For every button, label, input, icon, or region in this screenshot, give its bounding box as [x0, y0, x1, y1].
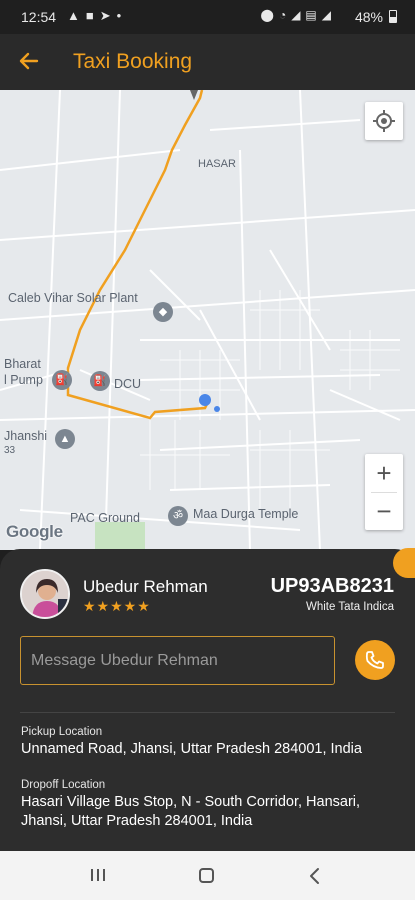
map-label-petrol-pump: l Pump	[4, 373, 43, 387]
page-title: Taxi Booking	[73, 50, 193, 73]
vehicle-model: White Tata Indica	[305, 601, 394, 613]
driver-rating-stars: ★★★★★	[83, 598, 151, 614]
poi-fuel-2-icon: ⛽	[90, 371, 110, 391]
system-nav-bar	[0, 851, 415, 900]
battery-percent: 48%	[354, 9, 383, 25]
map-label-dcu: DCU	[114, 377, 142, 391]
poi-school-icon: ▲	[55, 429, 75, 449]
home-icon[interactable]	[199, 868, 214, 883]
video-call-icon[interactable]	[393, 548, 415, 578]
map-label-caleb: Caleb Vihar Solar Plant	[8, 291, 138, 305]
notification-icons: ▲ ■ ➤ •	[67, 8, 121, 24]
phone-icon	[365, 651, 384, 669]
vehicle-plate: UP93AB8231	[270, 575, 394, 597]
map-label-hasar: HASAR	[198, 158, 236, 170]
warning-icon: ▲	[67, 8, 80, 23]
back-arrow-icon[interactable]	[16, 48, 42, 74]
dot-icon: •	[116, 8, 122, 23]
clock: 12:54	[21, 9, 57, 25]
back-nav-icon[interactable]	[307, 867, 323, 885]
volte-icon: ▤	[305, 8, 317, 22]
message-driver-input[interactable]	[20, 636, 335, 685]
driver-avatar	[20, 569, 70, 619]
dropoff-address: Hasari Village Bus Stop, N - South Corri…	[21, 794, 361, 829]
divider	[20, 712, 395, 713]
google-logo: Google	[6, 522, 63, 541]
signal-icon: ◢	[291, 8, 301, 22]
signal-2-icon: ◢	[321, 8, 331, 22]
zoom-out-button[interactable]: −	[365, 492, 403, 530]
dropoff-label: Dropoff Location	[21, 779, 106, 791]
crosshair-icon	[373, 110, 395, 132]
call-button[interactable]	[355, 640, 395, 680]
zoom-divider	[371, 492, 397, 493]
my-location-button[interactable]	[365, 102, 403, 140]
map-view[interactable]: HASAR Caleb Vihar Solar Plant ◆ Bharat l…	[0, 90, 415, 550]
map-label-durga-temple: Maa Durga Temple	[193, 507, 299, 521]
recent-apps-icon[interactable]	[90, 868, 106, 882]
telegram-icon: ➤	[99, 8, 111, 23]
status-bar: 12:54 ▲ ■ ➤ • ⬤ ◔ ◢ ▤ ◢ 48%	[0, 0, 415, 34]
app-bar: Taxi Booking	[0, 34, 415, 90]
map-label-bharat: Bharat	[4, 357, 41, 371]
pickup-label: Pickup Location	[21, 726, 103, 738]
driver-name: Ubedur Rehman	[83, 577, 208, 596]
system-icons: ⬤ ◔ ◢ ▤ ◢	[261, 8, 332, 22]
poi-temple-icon: ॐ	[168, 506, 188, 526]
map-label-pac-ground: PAC Ground	[70, 511, 140, 525]
battery-icon	[389, 10, 397, 23]
location-icon: ⬤	[260, 8, 274, 22]
map-label-33: 33	[4, 445, 16, 456]
poi-fuel-icon: ⛽	[52, 370, 72, 390]
zoom-in-button[interactable]: +	[365, 454, 403, 492]
message-icon: ■	[85, 8, 94, 23]
zoom-controls: + −	[365, 454, 403, 530]
wifi-call-icon: ◔	[278, 8, 287, 22]
poi-solar-icon: ◆	[153, 302, 173, 322]
map-label-jhanshi: Jhanshi	[4, 429, 48, 443]
pickup-address: Unnamed Road, Jhansi, Uttar Pradesh 2840…	[21, 741, 362, 757]
